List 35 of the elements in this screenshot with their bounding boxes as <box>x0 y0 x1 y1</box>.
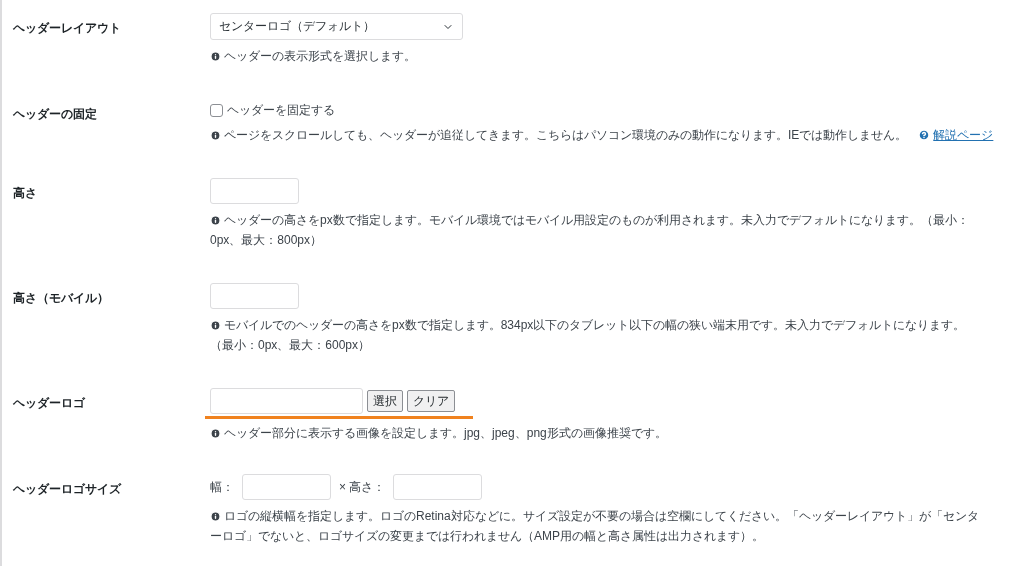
help-text: ロゴの縦横幅を指定します。ロゴのRetina対応などに。サイズ設定が不要の場合は空欄にしてください。「ヘッダーレイアウト」が「センタ <box>224 508 979 525</box>
clear-button[interactable]: クリア <box>407 390 455 412</box>
input-field[interactable] <box>210 283 299 309</box>
info-icon <box>210 50 221 62</box>
info-icon <box>210 427 221 439</box>
help-text: 0px、最大：800px） <box>210 232 323 249</box>
help-icon <box>918 129 931 141</box>
setting-label: ヘッダーレイアウト <box>13 20 122 37</box>
info-icon <box>210 129 221 141</box>
info-icon <box>210 214 221 226</box>
help-text: （最小：0px、最大：600px） <box>210 337 371 354</box>
help-text: ーロゴ」でないと、ロゴサイズの変更までは行われません（AMP用の幅と高さ属性は出力されます）。 <box>210 528 764 545</box>
setting-label: ヘッダーの固定 <box>13 106 98 123</box>
info-icon <box>210 510 221 522</box>
height-field[interactable] <box>393 474 483 500</box>
help-text: ヘッダー部分に表示する画像を設定します。jpg、jpeg、png形式の画像推奨です。 <box>224 425 667 442</box>
help-link[interactable]: 解説ページ <box>918 125 994 145</box>
checkbox[interactable] <box>210 104 223 117</box>
select-button[interactable]: 選択 <box>367 390 403 412</box>
setting-label: 高さ（モバイル） <box>13 290 110 307</box>
width-field[interactable] <box>242 474 331 500</box>
height-label: × 高さ： <box>339 478 386 496</box>
info-icon <box>210 319 221 331</box>
setting-label: ヘッダーロゴ <box>13 395 86 412</box>
input-field[interactable] <box>210 388 363 414</box>
checkbox-label[interactable]: ヘッダーを固定する <box>227 102 335 119</box>
setting-label: ヘッダーロゴサイズ <box>13 481 123 498</box>
help-text: ページをスクロールしても、ヘッダーが追従してきます。こちらはパソコン環境のみの動作になります。IEでは動作しません。 <box>224 127 908 144</box>
input-field[interactable] <box>210 178 299 204</box>
help-text: ヘッダーの表示形式を選択します。 <box>224 48 416 65</box>
help-text: ヘッダーの高さをpx数で指定します。モバイル環境ではモバイル用設定のものが利用されます。未入力でデフォルトになります。（最小： <box>224 212 969 229</box>
width-label: 幅： <box>210 478 234 496</box>
layout-select[interactable]: センターロゴ（デフォルト） <box>210 13 463 40</box>
setting-label: 高さ <box>13 185 38 202</box>
help-text: モバイルでのヘッダーの高さをpx数で指定します。834px以下のタブレット以下の幅の狭い端末用です。未入力でデフォルトになります。 <box>224 317 966 334</box>
